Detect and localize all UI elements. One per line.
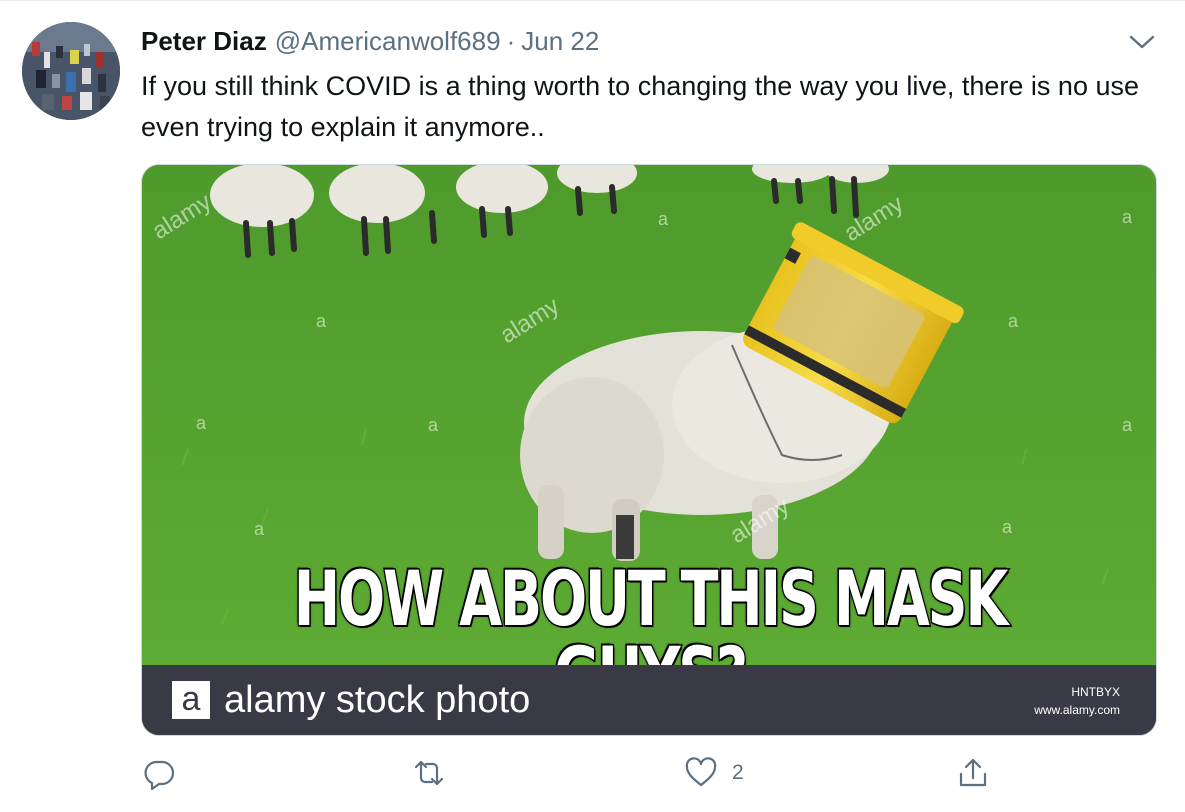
watermark-letter: a	[316, 311, 327, 331]
watermark-letter: a	[1122, 415, 1133, 435]
avatar-image	[22, 22, 120, 120]
watermark-letter: a	[1002, 517, 1013, 537]
like-count: 2	[732, 761, 744, 784]
watermark-letter: a	[254, 519, 265, 539]
tweet-date[interactable]: Jun 22	[521, 26, 599, 57]
watermark-letter: a	[196, 413, 207, 433]
alamy-bar: a alamy stock photo HNTBYX www.alamy.com	[142, 665, 1156, 735]
share-button[interactable]	[956, 756, 990, 790]
like-button[interactable]: 2	[684, 756, 744, 790]
author-handle[interactable]: @Americanwolf689	[275, 26, 501, 57]
image-code: HNTBYX	[1071, 685, 1120, 699]
top-divider	[0, 0, 1185, 1]
tweet-media[interactable]: alamy alamy alamy alamy a a a a a a a a …	[141, 164, 1157, 736]
watermark-letter: a	[1008, 311, 1019, 331]
watermark-letter: a	[658, 209, 669, 229]
reply-icon	[144, 760, 175, 790]
watermark-letter: a	[1122, 207, 1133, 227]
chevron-down-icon	[1129, 35, 1155, 49]
like-icon	[685, 757, 717, 787]
alamy-meta: HNTBYX www.alamy.com	[1034, 683, 1120, 719]
alamy-logo: a	[172, 681, 210, 719]
retweet-icon	[414, 760, 444, 786]
reply-button[interactable]	[142, 756, 176, 790]
author-name[interactable]: Peter Diaz	[141, 26, 267, 57]
watermark-letter: a	[428, 415, 439, 435]
retweet-button[interactable]	[412, 756, 446, 790]
tweet-header: Peter Diaz @Americanwolf689 · Jun 22	[141, 26, 599, 60]
alamy-site: www.alamy.com	[1034, 703, 1120, 717]
more-options-button[interactable]	[1128, 30, 1156, 54]
tweet-actions: 2	[0, 756, 1185, 800]
tweet-text: If you still think COVID is a thing wort…	[141, 71, 1139, 142]
alamy-brand-text: alamy stock photo	[224, 678, 531, 721]
share-icon	[959, 758, 987, 787]
avatar[interactable]	[22, 22, 120, 120]
separator-dot: ·	[506, 26, 516, 56]
